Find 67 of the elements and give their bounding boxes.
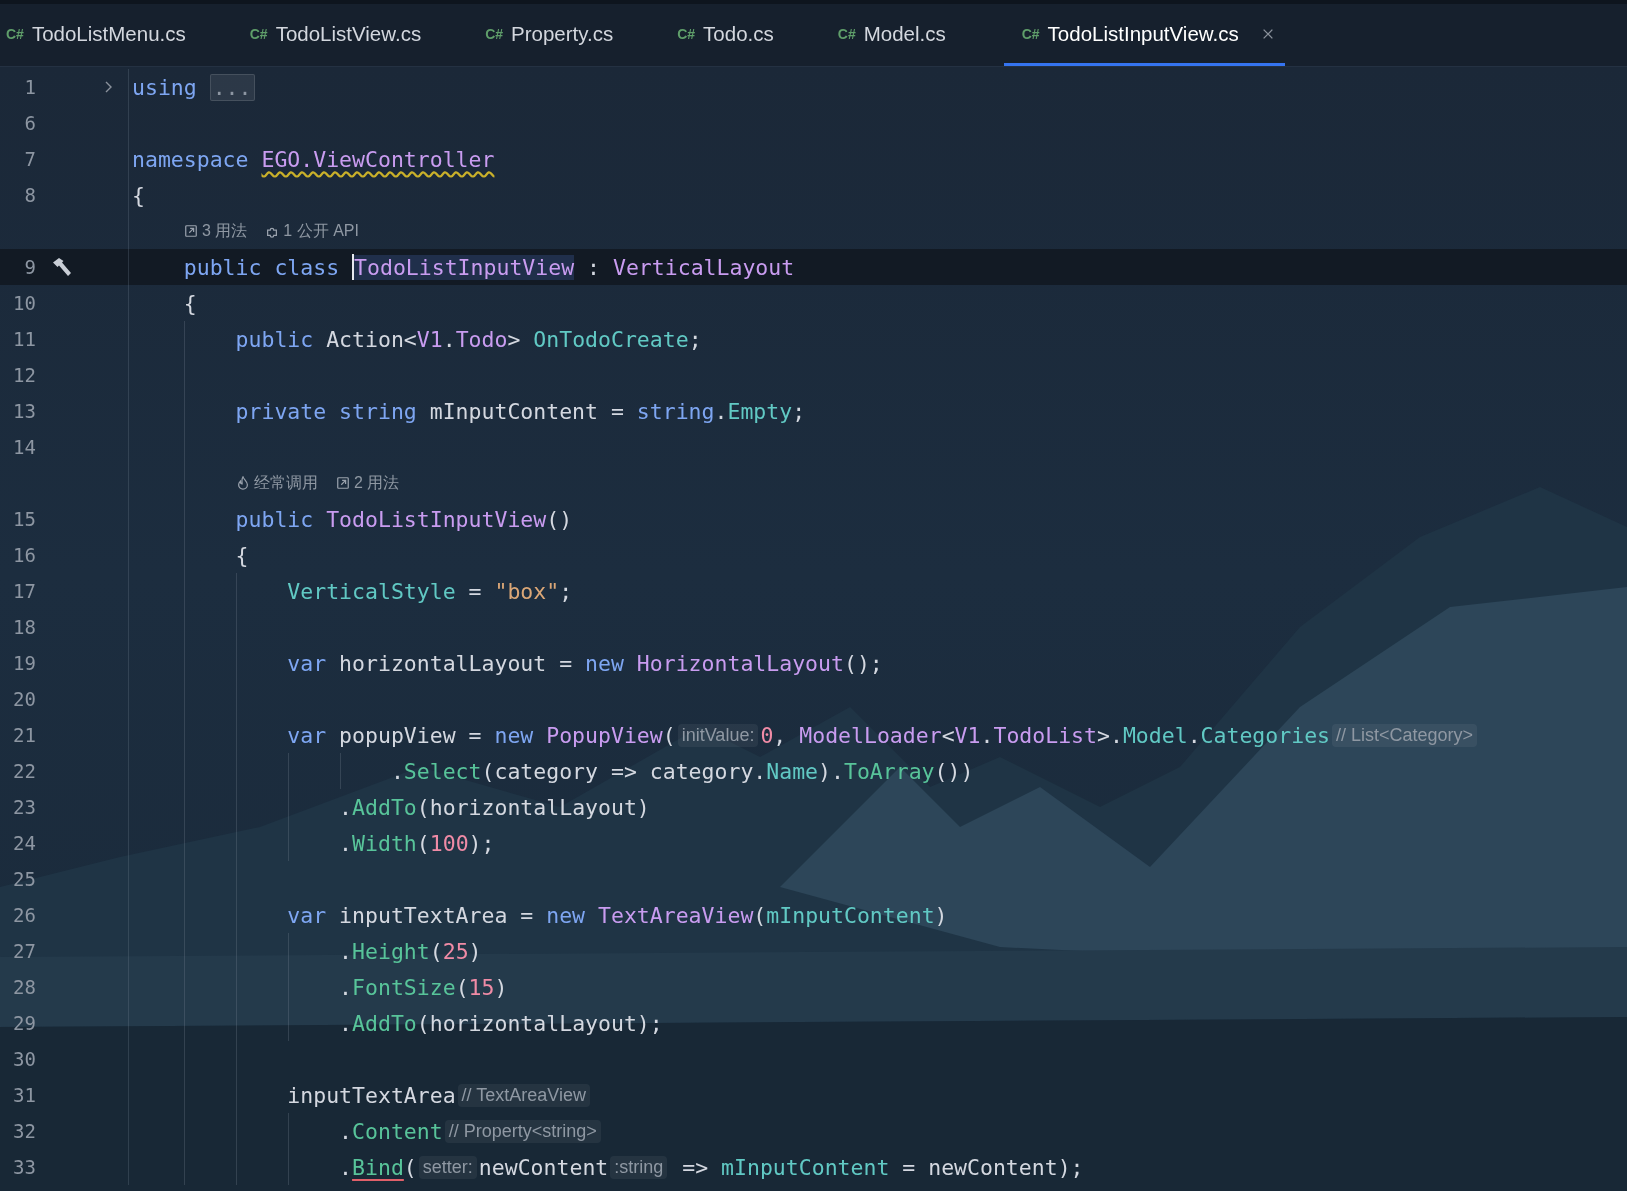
code-lens-link[interactable]: 1 公开 API bbox=[283, 220, 359, 242]
code-line: .AddTo(horizontalLayout); bbox=[338, 1010, 663, 1036]
code-line: .Bind( setter: newContent :string => mInputContent = newContent); bbox=[338, 1154, 1084, 1180]
csharp-file-icon: C# bbox=[249, 25, 268, 42]
line-number: 27 bbox=[12, 940, 36, 962]
csharp-file-icon: C# bbox=[6, 25, 24, 42]
csharp-file-icon: C# bbox=[837, 25, 856, 42]
code-line: using ... bbox=[132, 73, 255, 101]
csharp-file-icon: C# bbox=[485, 25, 504, 42]
line-number: 10 bbox=[12, 292, 36, 314]
line-number: 19 bbox=[12, 652, 36, 674]
code-line: namespace EGO.ViewController bbox=[132, 146, 495, 172]
code-line: .AddTo(horizontalLayout) bbox=[338, 794, 650, 820]
file-tab[interactable]: C# Property.cs bbox=[479, 4, 628, 66]
line-number: 25 bbox=[12, 868, 36, 890]
csharp-file-icon: C# bbox=[677, 25, 696, 42]
line-number: 14 bbox=[12, 436, 36, 458]
line-number: 30 bbox=[12, 1048, 36, 1070]
file-tab[interactable]: C# Model.cs bbox=[831, 4, 960, 66]
line-number: 8 bbox=[23, 184, 36, 206]
file-tab[interactable]: C# TodoListMenu.cs bbox=[0, 4, 200, 66]
code-line: public Action<V1.Todo> OnTodoCreate; bbox=[234, 326, 702, 352]
code-line: public TodoListInputView() bbox=[234, 506, 573, 532]
line-number: 20 bbox=[12, 688, 36, 710]
line-number: 16 bbox=[12, 544, 36, 566]
csharp-file-icon: C# bbox=[1021, 25, 1040, 42]
line-number: 21 bbox=[12, 724, 36, 746]
line-number: 28 bbox=[12, 976, 36, 998]
line-number: 29 bbox=[12, 1012, 36, 1034]
code-line: .FontSize(15) bbox=[338, 974, 508, 1000]
line-number: 9 bbox=[23, 256, 36, 278]
code-line: public class TodoListInputView : VerticalLayout bbox=[182, 254, 795, 280]
file-tab[interactable]: C# Todo.cs bbox=[671, 4, 788, 66]
code-line: .Width(100); bbox=[338, 830, 495, 856]
code-line: VerticalStyle = "box"; bbox=[286, 578, 573, 604]
line-number: 11 bbox=[12, 328, 36, 350]
code-line: { bbox=[182, 290, 197, 316]
code-line: .Content // Property<string> bbox=[132, 1118, 603, 1144]
code-line: { bbox=[234, 542, 249, 568]
line-number: 15 bbox=[12, 508, 36, 530]
code-lens-link[interactable]: 经常调用 bbox=[254, 472, 318, 494]
line-number: 31 bbox=[12, 1084, 36, 1106]
line-number: 13 bbox=[12, 400, 36, 422]
code-line: private string mInputContent = string.Empty; bbox=[234, 398, 806, 424]
code-line: inputTextArea // TextAreaView bbox=[132, 1082, 592, 1108]
code-lens-link[interactable]: 3 用法 bbox=[202, 220, 248, 242]
line-number: 26 bbox=[12, 904, 36, 926]
hammer-icon[interactable] bbox=[50, 255, 74, 279]
code-line: var popupView = new PopupView( initValue: 0, ModelLoader<V1.TodoList>.Model.Categories // List<Category> bbox=[132, 722, 1480, 748]
line-number: 12 bbox=[12, 364, 36, 386]
line-number: 1 bbox=[23, 76, 36, 98]
code-line: { bbox=[132, 182, 145, 208]
code-line: var inputTextArea = new TextAreaView(mInputContent) bbox=[286, 902, 948, 928]
line-number: 22 bbox=[12, 760, 36, 782]
line-number: 6 bbox=[23, 112, 36, 134]
line-number: 18 bbox=[12, 616, 36, 638]
code-lens-link[interactable]: 2 用法 bbox=[354, 472, 400, 494]
code-line: .Select(category => category.Name).ToArray()) bbox=[389, 758, 974, 784]
file-tab[interactable]: C# TodoListView.cs bbox=[243, 4, 436, 66]
code-line: var horizontalLayout = new HorizontalLayout(); bbox=[286, 650, 883, 676]
line-number: 7 bbox=[23, 148, 36, 170]
line-number: 24 bbox=[12, 832, 36, 854]
line-number: 32 bbox=[12, 1120, 36, 1142]
line-number: 33 bbox=[12, 1156, 36, 1178]
code-line: .Height(25) bbox=[338, 938, 482, 964]
line-number: 17 bbox=[12, 580, 36, 602]
line-number: 23 bbox=[12, 796, 36, 818]
